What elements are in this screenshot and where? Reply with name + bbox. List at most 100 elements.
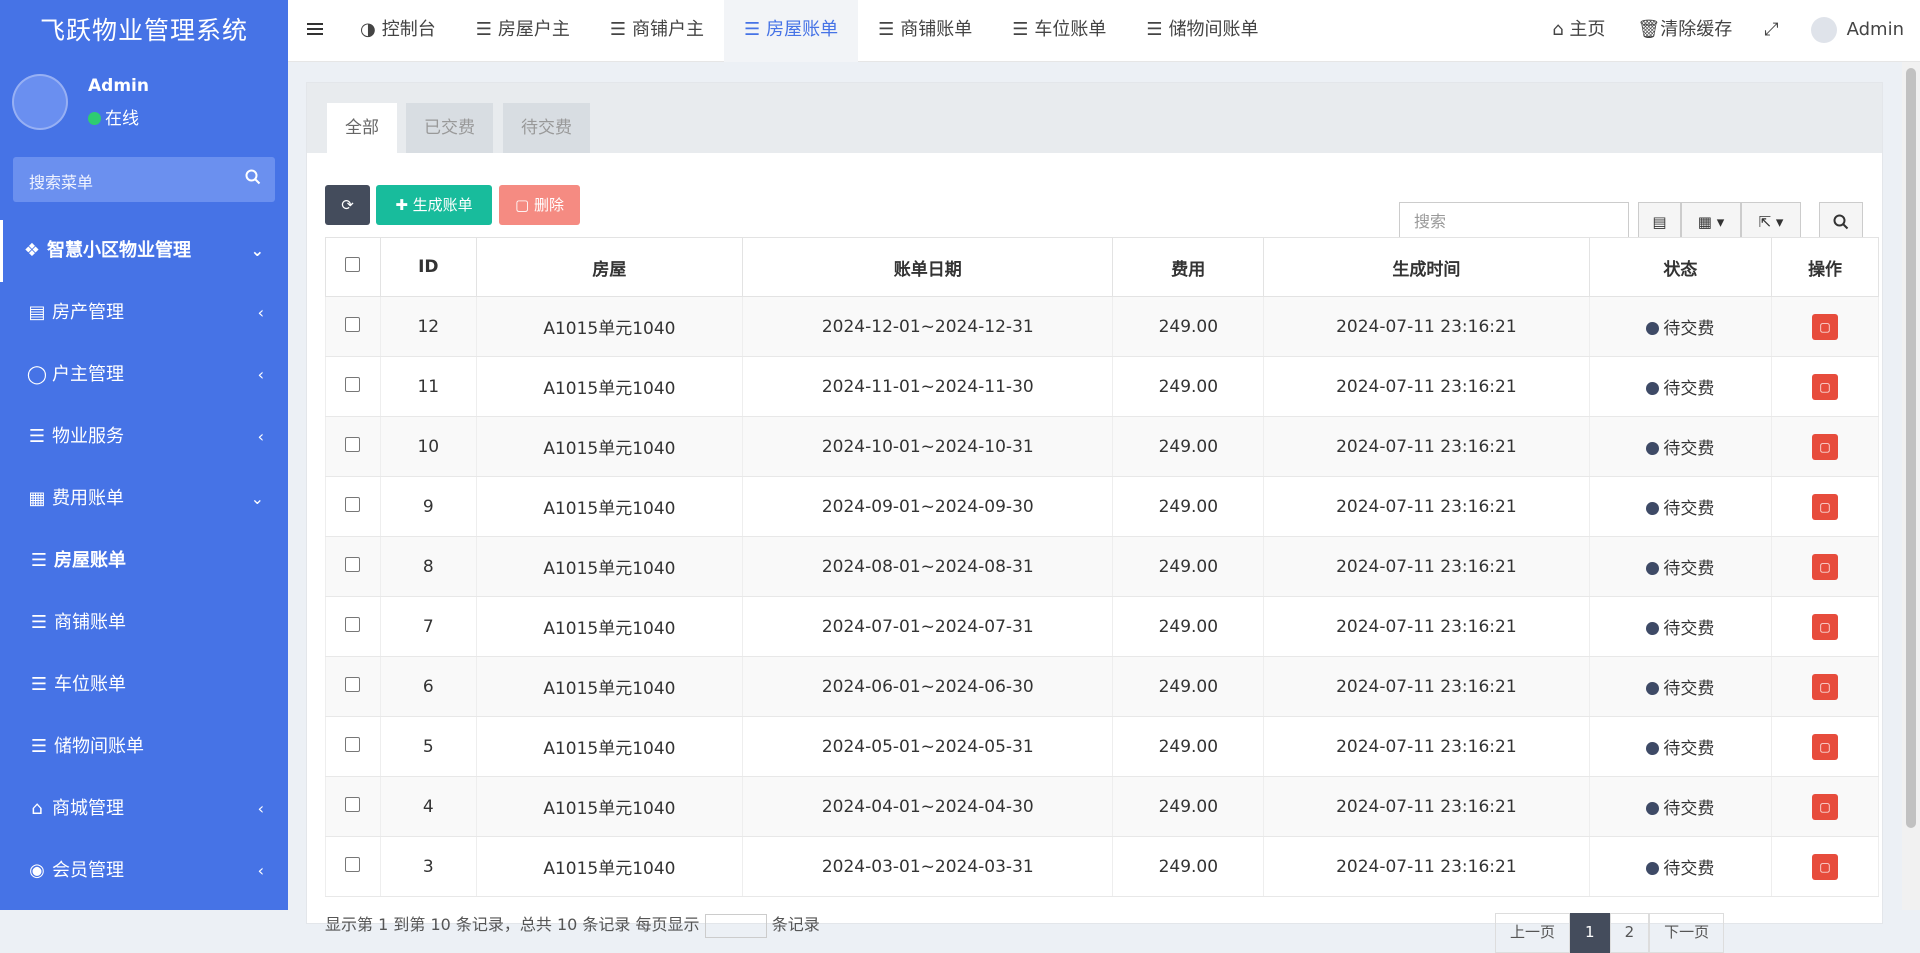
- tab-dashboard[interactable]: ◑ 控制台: [340, 0, 456, 62]
- generate-bill-button[interactable]: ✚ 生成账单: [376, 185, 492, 225]
- top-nav-label: 商铺账单: [900, 19, 973, 40]
- sidebar-item-services[interactable]: ☰ 物业服务 ‹: [0, 406, 288, 468]
- menu-toggle-icon[interactable]: [306, 20, 324, 43]
- refresh-icon: ⟳: [341, 196, 354, 214]
- avatar: [1810, 17, 1837, 43]
- tab-paid[interactable]: 已交费: [406, 103, 493, 153]
- sidebar-search-input[interactable]: 搜索菜单: [13, 157, 275, 202]
- sidebar-item-billing[interactable]: ▦ 费用账单 ⌄: [0, 468, 288, 530]
- delete-row-button[interactable]: ▢: [1812, 493, 1839, 520]
- toggle-view-button[interactable]: ▤: [1638, 202, 1681, 242]
- row-select-cell[interactable]: [325, 356, 381, 417]
- sidebar-item-storage-bills[interactable]: ☰ 储物间账单: [0, 716, 288, 778]
- delete-row-button[interactable]: ▢: [1812, 853, 1839, 880]
- columns-button[interactable]: ▦ ▾: [1681, 202, 1741, 242]
- table-search-input[interactable]: 搜索: [1399, 202, 1629, 242]
- refresh-button[interactable]: ⟳: [325, 185, 370, 225]
- row-select-cell[interactable]: [325, 776, 381, 837]
- table-row[interactable]: 8 A1015单元1040 2024-08-01~2024-08-31 249.00 2…: [325, 536, 1879, 597]
- cell-actions: ▢: [1771, 476, 1879, 537]
- tab-shop-owners[interactable]: ☰ 商铺户主: [590, 0, 724, 62]
- scrollbar-thumb[interactable]: [1906, 68, 1916, 828]
- col-house[interactable]: 房屋: [475, 237, 744, 297]
- row-select-cell[interactable]: [325, 836, 381, 897]
- sidebar-item-shop-bills[interactable]: ☰ 商铺账单: [0, 592, 288, 654]
- page-2-button[interactable]: 2: [1609, 913, 1650, 953]
- row-checkbox[interactable]: [345, 316, 361, 332]
- sidebar-item-parking-bills[interactable]: ☰ 车位账单: [0, 654, 288, 716]
- sidebar-item-mall[interactable]: ⌂ 商城管理 ‹: [0, 778, 288, 840]
- delete-row-button[interactable]: ▢: [1812, 313, 1839, 340]
- sidebar-item-house-bills[interactable]: ☰ 房屋账单: [0, 530, 288, 592]
- sidebar-item-members[interactable]: ◉ 会员管理 ‹: [0, 840, 288, 902]
- sidebar-item-property[interactable]: ▤ 房产管理 ‹: [0, 282, 288, 344]
- table-row[interactable]: 5 A1015单元1040 2024-05-01~2024-05-31 249.00 2…: [325, 716, 1879, 777]
- row-select-cell[interactable]: [325, 296, 381, 357]
- prev-page-button[interactable]: 上一页: [1495, 913, 1571, 953]
- row-checkbox[interactable]: [345, 376, 361, 392]
- col-created[interactable]: 生成时间: [1263, 237, 1590, 297]
- table-row[interactable]: 9 A1015单元1040 2024-09-01~2024-09-30 249.00 2…: [325, 476, 1879, 537]
- tab-house-bills[interactable]: ☰ 房屋账单: [724, 0, 859, 62]
- col-fee[interactable]: 费用: [1112, 237, 1265, 297]
- page-scrollbar[interactable]: [1902, 62, 1920, 910]
- page-1-button[interactable]: 1: [1570, 913, 1610, 953]
- page-size-select[interactable]: [704, 913, 767, 938]
- table-row[interactable]: 7 A1015单元1040 2024-07-01~2024-07-31 249.00 2…: [325, 596, 1879, 657]
- clear-cache-button[interactable]: 🗑清除缓存: [1621, 0, 1748, 62]
- row-select-cell[interactable]: [325, 416, 381, 477]
- grid-icon: ▦ ▾: [1697, 213, 1725, 231]
- table-row[interactable]: 3 A1015单元1040 2024-03-01~2024-03-31 249.00 2…: [325, 836, 1879, 897]
- delete-row-button[interactable]: ▢: [1812, 673, 1839, 700]
- delete-row-button[interactable]: ▢: [1812, 793, 1839, 820]
- home-link[interactable]: ⌂ 主页: [1536, 0, 1621, 62]
- app-title: 飞跃物业管理系统: [39, 16, 248, 45]
- tab-shop-bills[interactable]: ☰ 商铺账单: [858, 0, 992, 62]
- col-status[interactable]: 状态: [1588, 237, 1773, 297]
- tab-parking-bills[interactable]: ☰ 车位账单: [992, 0, 1126, 62]
- sidebar-item-owners[interactable]: ◯ 户主管理 ‹: [0, 344, 288, 406]
- row-checkbox[interactable]: [345, 736, 361, 752]
- delete-row-button[interactable]: ▢: [1812, 433, 1839, 460]
- top-nav-label: 车位账单: [1034, 19, 1107, 40]
- row-select-cell[interactable]: [325, 716, 381, 777]
- select-all-cell[interactable]: [325, 237, 381, 297]
- delete-row-button[interactable]: ▢: [1812, 733, 1839, 760]
- status-label: 待交费: [1663, 559, 1715, 579]
- row-select-cell[interactable]: [325, 536, 381, 597]
- delete-row-button[interactable]: ▢: [1812, 613, 1839, 640]
- topbar: ◑ 控制台 ☰ 房屋户主 ☰ 商铺户主 ☰ 房屋账单 ☰ 商铺账单 ☰ 车位账单 ☰ 储物间账…: [288, 0, 1920, 62]
- col-period[interactable]: 账单日期: [742, 237, 1114, 297]
- tab-storage-bills[interactable]: ☰ 储物间账单: [1126, 0, 1278, 62]
- row-checkbox[interactable]: [345, 496, 361, 512]
- delete-button[interactable]: ▢ 删除: [499, 185, 580, 225]
- row-select-cell[interactable]: [325, 656, 381, 717]
- select-all-checkbox[interactable]: [345, 257, 361, 272]
- table-row[interactable]: 10 A1015单元1040 2024-10-01~2024-10-31 249.00…: [325, 416, 1879, 477]
- col-id[interactable]: ID: [379, 237, 477, 297]
- next-page-button[interactable]: 下一页: [1649, 913, 1725, 953]
- user-menu[interactable]: Admin: [1795, 0, 1920, 62]
- table-row[interactable]: 6 A1015单元1040 2024-06-01~2024-06-30 249.00 2…: [325, 656, 1879, 717]
- tab-house-owners[interactable]: ☰ 房屋户主: [456, 0, 590, 62]
- table-row[interactable]: 4 A1015单元1040 2024-04-01~2024-04-30 249.00 2…: [325, 776, 1879, 837]
- tab-unpaid[interactable]: 待交费: [503, 103, 590, 153]
- sidebar-item-smart-community[interactable]: ❖ 智慧小区物业管理 ⌄: [0, 220, 288, 282]
- row-checkbox[interactable]: [345, 436, 361, 452]
- row-checkbox[interactable]: [345, 676, 361, 692]
- export-button[interactable]: ⇱ ▾: [1741, 202, 1801, 242]
- row-checkbox[interactable]: [345, 616, 361, 632]
- row-checkbox[interactable]: [345, 856, 361, 872]
- advanced-search-button[interactable]: [1819, 202, 1863, 242]
- fullscreen-button[interactable]: ⤢: [1748, 0, 1794, 62]
- row-select-cell[interactable]: [325, 476, 381, 537]
- tab-all[interactable]: 全部: [327, 103, 397, 153]
- row-select-cell[interactable]: [325, 596, 381, 657]
- row-checkbox[interactable]: [345, 796, 361, 812]
- delete-row-button[interactable]: ▢: [1812, 553, 1839, 580]
- row-checkbox[interactable]: [345, 556, 361, 572]
- table-row[interactable]: 11 A1015单元1040 2024-11-01~2024-11-30 249.00…: [325, 356, 1879, 417]
- table-row[interactable]: 12 A1015单元1040 2024-12-01~2024-12-31 249.00…: [325, 296, 1879, 357]
- delete-row-button[interactable]: ▢: [1812, 373, 1839, 400]
- cell-status: 待交费: [1588, 416, 1773, 477]
